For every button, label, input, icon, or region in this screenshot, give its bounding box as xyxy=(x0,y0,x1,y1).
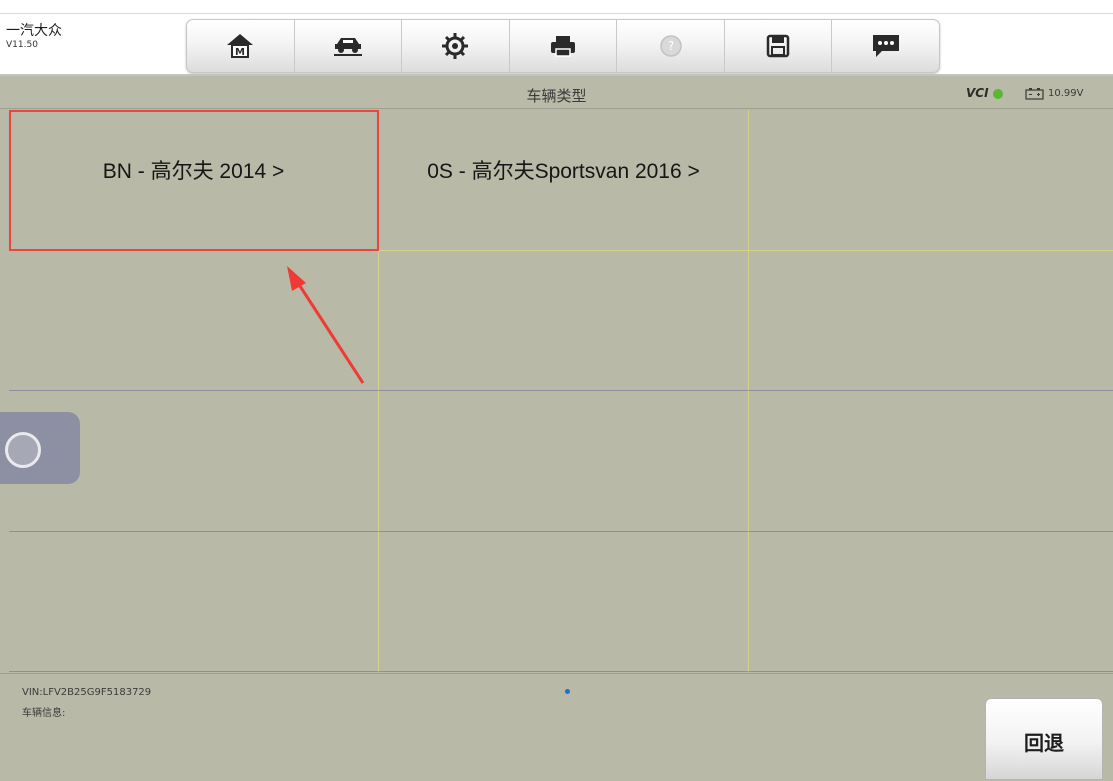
vehicle-type-grid: BN - 高尔夫 2014 > 0S - 高尔夫Sportsvan 2016 > xyxy=(9,110,1113,672)
circle-icon xyxy=(5,432,41,468)
app-version: V11.50 xyxy=(6,40,38,50)
svg-text:?: ? xyxy=(667,39,673,53)
vehicle-type-cell[interactable] xyxy=(749,251,1113,391)
top-frame-line xyxy=(0,13,1113,14)
header-divider xyxy=(0,74,1113,76)
header: 一汽大众 V11.50 M ? xyxy=(0,0,1113,76)
vehicle-type-label: 0S - 高尔夫Sportsvan 2016 > xyxy=(427,159,700,183)
settings-button[interactable] xyxy=(402,20,510,72)
help-button[interactable]: ? xyxy=(617,20,725,72)
vehicle-type-cell[interactable] xyxy=(749,532,1113,672)
toolbar: M ? xyxy=(186,19,940,73)
vin-text: VIN:LFV2B25G9F5183729 xyxy=(22,687,152,698)
floating-assistive-button[interactable] xyxy=(0,412,80,484)
vehicle-type-cell[interactable] xyxy=(9,250,379,391)
vehicle-info-label: 车辆信息: xyxy=(22,708,66,719)
printer-icon xyxy=(551,36,576,57)
print-button[interactable] xyxy=(510,20,618,72)
vehicle-type-cell[interactable]: BN - 高尔夫 2014 > xyxy=(9,110,379,251)
vehicle-type-cell[interactable] xyxy=(379,250,749,391)
gear-icon xyxy=(442,33,469,59)
car-lift-icon xyxy=(333,38,362,56)
home-m-icon: M xyxy=(227,34,254,58)
vehicle-type-cell[interactable] xyxy=(749,110,1113,251)
footer: VIN:LFV2B25G9F5183729 车辆信息: 回退 xyxy=(0,673,1113,781)
help-icon: ? xyxy=(659,35,682,57)
title-bar: 车辆类型 VCI 10.99V xyxy=(0,80,1113,109)
battery-voltage: 10.99V xyxy=(1048,88,1084,99)
battery-icon xyxy=(1025,88,1044,100)
back-button[interactable]: 回退 xyxy=(985,698,1103,780)
vehicle-type-cell[interactable] xyxy=(749,391,1113,532)
vehicle-type-cell[interactable] xyxy=(379,391,749,532)
vehicle-type-cell[interactable] xyxy=(379,531,749,672)
app-title: 一汽大众 xyxy=(6,23,62,39)
save-button[interactable] xyxy=(725,20,833,72)
back-button-label: 回退 xyxy=(1024,731,1064,755)
svg-text:M: M xyxy=(235,47,245,58)
vehicle-type-cell[interactable]: 0S - 高尔夫Sportsvan 2016 > xyxy=(379,110,749,251)
vci-status-label: VCI xyxy=(966,86,989,100)
floppy-disk-icon xyxy=(766,34,790,58)
page-indicator-dot xyxy=(565,689,570,694)
feedback-button[interactable] xyxy=(832,20,939,72)
vci-connected-check-icon xyxy=(993,89,1003,99)
vehicle-button[interactable] xyxy=(295,20,403,72)
vehicle-type-label: BN - 高尔夫 2014 > xyxy=(102,159,285,183)
chat-bubble-icon xyxy=(872,35,899,57)
home-button[interactable]: M xyxy=(187,20,295,72)
page-title: 车辆类型 xyxy=(526,87,587,105)
vehicle-type-cell[interactable] xyxy=(9,531,379,672)
diagnostic-app: 一汽大众 V11.50 M ? 车辆类型 VCI 10.99V BN - 高尔夫… xyxy=(0,0,1113,781)
